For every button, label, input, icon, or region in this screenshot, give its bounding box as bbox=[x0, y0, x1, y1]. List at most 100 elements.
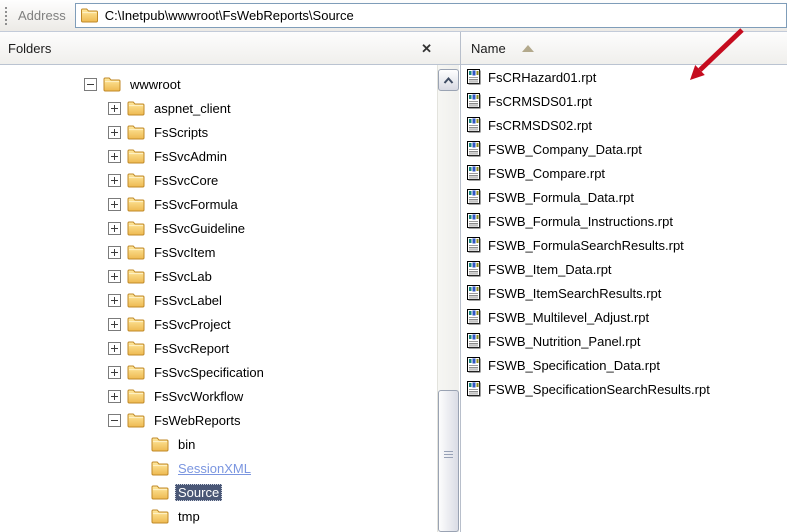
tree-item-wwwroot[interactable]: wwwroot bbox=[0, 72, 436, 96]
expand-toggle-icon[interactable] bbox=[108, 245, 121, 259]
tree-item-label: FsSvcAdmin bbox=[154, 148, 227, 164]
folder-icon bbox=[151, 461, 169, 475]
tree-item-Source[interactable]: Source bbox=[0, 480, 436, 504]
report-file-icon bbox=[467, 141, 481, 157]
tree-item-FsSvcCore[interactable]: FsSvcCore bbox=[0, 168, 436, 192]
scroll-up-button[interactable] bbox=[438, 69, 459, 91]
file-item-FsCRMSDS02.rpt[interactable]: FsCRMSDS02.rpt bbox=[461, 113, 787, 137]
tree-item-label: FsSvcReport bbox=[154, 340, 230, 356]
report-file-icon bbox=[467, 69, 481, 85]
file-item-FSWB_Nutrition_Panel.rpt[interactable]: FSWB_Nutrition_Panel.rpt bbox=[461, 329, 787, 353]
file-name-label: FsCRMSDS02.rpt bbox=[488, 117, 593, 133]
expand-toggle-icon[interactable] bbox=[108, 341, 121, 355]
close-folders-pane-icon[interactable]: ✕ bbox=[421, 42, 432, 55]
file-name-label: FSWB_Formula_Instructions.rpt bbox=[488, 213, 673, 229]
tree-item-aspnet_client[interactable]: aspnet_client bbox=[0, 96, 436, 120]
tree-item-FsSvcSpecification[interactable]: FsSvcSpecification bbox=[0, 360, 436, 384]
sort-ascending-icon bbox=[521, 44, 534, 52]
tree-item-FsScripts[interactable]: FsScripts bbox=[0, 120, 436, 144]
tree-item-FsSvcWorkflow[interactable]: FsSvcWorkflow bbox=[0, 384, 436, 408]
expand-toggle-icon[interactable] bbox=[108, 173, 121, 187]
folder-icon bbox=[127, 245, 145, 259]
expand-toggle-icon[interactable] bbox=[108, 365, 121, 379]
file-name-label: FSWB_ItemSearchResults.rpt bbox=[488, 285, 662, 301]
expand-toggle-icon[interactable] bbox=[108, 125, 121, 139]
file-name-label: FSWB_Formula_Data.rpt bbox=[488, 189, 634, 205]
expand-toggle-icon[interactable] bbox=[108, 269, 121, 283]
collapse-toggle-icon[interactable] bbox=[84, 77, 97, 91]
file-item-FSWB_Multilevel_Adjust.rpt[interactable]: FSWB_Multilevel_Adjust.rpt bbox=[461, 305, 787, 329]
tree-scrollbar[interactable] bbox=[437, 65, 459, 532]
tree-item-label: Source bbox=[175, 483, 223, 501]
address-combobox[interactable]: C:\Inetpub\wwwroot\FsWebReports\Source bbox=[74, 3, 787, 28]
folder-icon bbox=[151, 485, 169, 499]
tree-item-FsSvcAdmin[interactable]: FsSvcAdmin bbox=[0, 144, 436, 168]
folder-icon bbox=[127, 101, 145, 115]
tree-item-label: bin bbox=[178, 436, 196, 452]
file-item-FSWB_Specification_Data.rpt[interactable]: FSWB_Specification_Data.rpt bbox=[461, 353, 787, 377]
expand-toggle-icon[interactable] bbox=[108, 101, 121, 115]
folder-icon bbox=[151, 437, 169, 451]
tree-item-label: FsSvcSpecification bbox=[154, 364, 264, 380]
report-file-icon bbox=[467, 213, 481, 229]
file-name-label: FSWB_Specification_Data.rpt bbox=[488, 357, 660, 373]
file-item-FSWB_FormulaSearchResults.rpt[interactable]: FSWB_FormulaSearchResults.rpt bbox=[461, 233, 787, 257]
expand-toggle-icon[interactable] bbox=[108, 293, 121, 307]
folder-icon bbox=[127, 149, 145, 163]
tree-item-FsSvcFormula[interactable]: FsSvcFormula bbox=[0, 192, 436, 216]
folder-icon bbox=[127, 125, 145, 139]
tree-item-label: FsSvcCore bbox=[154, 172, 219, 188]
tree-item-tmp[interactable]: tmp bbox=[0, 504, 436, 528]
toolbar-grip-icon[interactable] bbox=[5, 6, 7, 25]
tree-item-bin[interactable]: bin bbox=[0, 432, 436, 456]
report-file-icon bbox=[467, 117, 481, 133]
tree-item-FsWebReports[interactable]: FsWebReports bbox=[0, 408, 436, 432]
address-toolbar: Address C:\Inetpub\wwwroot\FsWebReports\… bbox=[0, 0, 787, 32]
expand-toggle-icon[interactable] bbox=[108, 317, 121, 331]
file-item-FSWB_Formula_Instructions.rpt[interactable]: FSWB_Formula_Instructions.rpt bbox=[461, 209, 787, 233]
file-name-label: FSWB_Compare.rpt bbox=[488, 165, 606, 181]
report-file-icon bbox=[467, 189, 481, 205]
tree-item-SessionXML[interactable]: SessionXML bbox=[0, 456, 436, 480]
name-column-header[interactable]: Name bbox=[461, 32, 787, 65]
tree-item-FsSvcReport[interactable]: FsSvcReport bbox=[0, 336, 436, 360]
tree-item-label: SessionXML bbox=[178, 460, 251, 476]
folder-icon bbox=[127, 365, 145, 379]
tree-item-FsSvcLab[interactable]: FsSvcLab bbox=[0, 264, 436, 288]
address-path-text[interactable]: C:\Inetpub\wwwroot\FsWebReports\Source bbox=[105, 8, 354, 23]
name-column-label: Name bbox=[471, 40, 506, 56]
expand-toggle-icon[interactable] bbox=[108, 149, 121, 163]
file-item-FSWB_Company_Data.rpt[interactable]: FSWB_Company_Data.rpt bbox=[461, 137, 787, 161]
folder-icon bbox=[127, 389, 145, 403]
expand-toggle-icon[interactable] bbox=[108, 197, 121, 211]
folders-pane-title: Folders bbox=[8, 40, 52, 56]
tree-item-FsSvcItem[interactable]: FsSvcItem bbox=[0, 240, 436, 264]
file-item-FSWB_Item_Data.rpt[interactable]: FSWB_Item_Data.rpt bbox=[461, 257, 787, 281]
thumb-grip-icon bbox=[444, 451, 453, 460]
tree-item-label: FsSvcFormula bbox=[154, 196, 238, 212]
folder-icon bbox=[127, 317, 145, 331]
file-name-label: FSWB_Multilevel_Adjust.rpt bbox=[488, 309, 650, 325]
toggle-spacer bbox=[132, 462, 145, 475]
tree-item-label: FsSvcItem bbox=[154, 244, 216, 260]
folders-pane: Folders ✕ wwwroot aspnet_client FsScript… bbox=[0, 32, 460, 532]
collapse-toggle-icon[interactable] bbox=[108, 413, 121, 427]
folder-icon bbox=[127, 197, 145, 211]
file-item-FsCRMSDS01.rpt[interactable]: FsCRMSDS01.rpt bbox=[461, 89, 787, 113]
file-item-FSWB_SpecificationSearchResults.rpt[interactable]: FSWB_SpecificationSearchResults.rpt bbox=[461, 377, 787, 401]
file-item-FSWB_Compare.rpt[interactable]: FSWB_Compare.rpt bbox=[461, 161, 787, 185]
file-name-label: FsCRHazard01.rpt bbox=[488, 69, 597, 85]
tree-item-FsSvcLabel[interactable]: FsSvcLabel bbox=[0, 288, 436, 312]
report-file-icon bbox=[467, 309, 481, 325]
tree-item-label: FsSvcLabel bbox=[154, 292, 222, 308]
expand-toggle-icon[interactable] bbox=[108, 221, 121, 235]
tree-item-FsSvcProject[interactable]: FsSvcProject bbox=[0, 312, 436, 336]
tree-item-label: wwwroot bbox=[130, 76, 181, 92]
tree-item-FsSvcGuideline[interactable]: FsSvcGuideline bbox=[0, 216, 436, 240]
file-item-FSWB_ItemSearchResults.rpt[interactable]: FSWB_ItemSearchResults.rpt bbox=[461, 281, 787, 305]
scrollbar-thumb[interactable] bbox=[438, 390, 459, 532]
expand-toggle-icon[interactable] bbox=[108, 389, 121, 403]
file-item-FsCRHazard01.rpt[interactable]: FsCRHazard01.rpt bbox=[461, 65, 787, 89]
tree-item-label: tmp bbox=[178, 508, 200, 524]
file-item-FSWB_Formula_Data.rpt[interactable]: FSWB_Formula_Data.rpt bbox=[461, 185, 787, 209]
